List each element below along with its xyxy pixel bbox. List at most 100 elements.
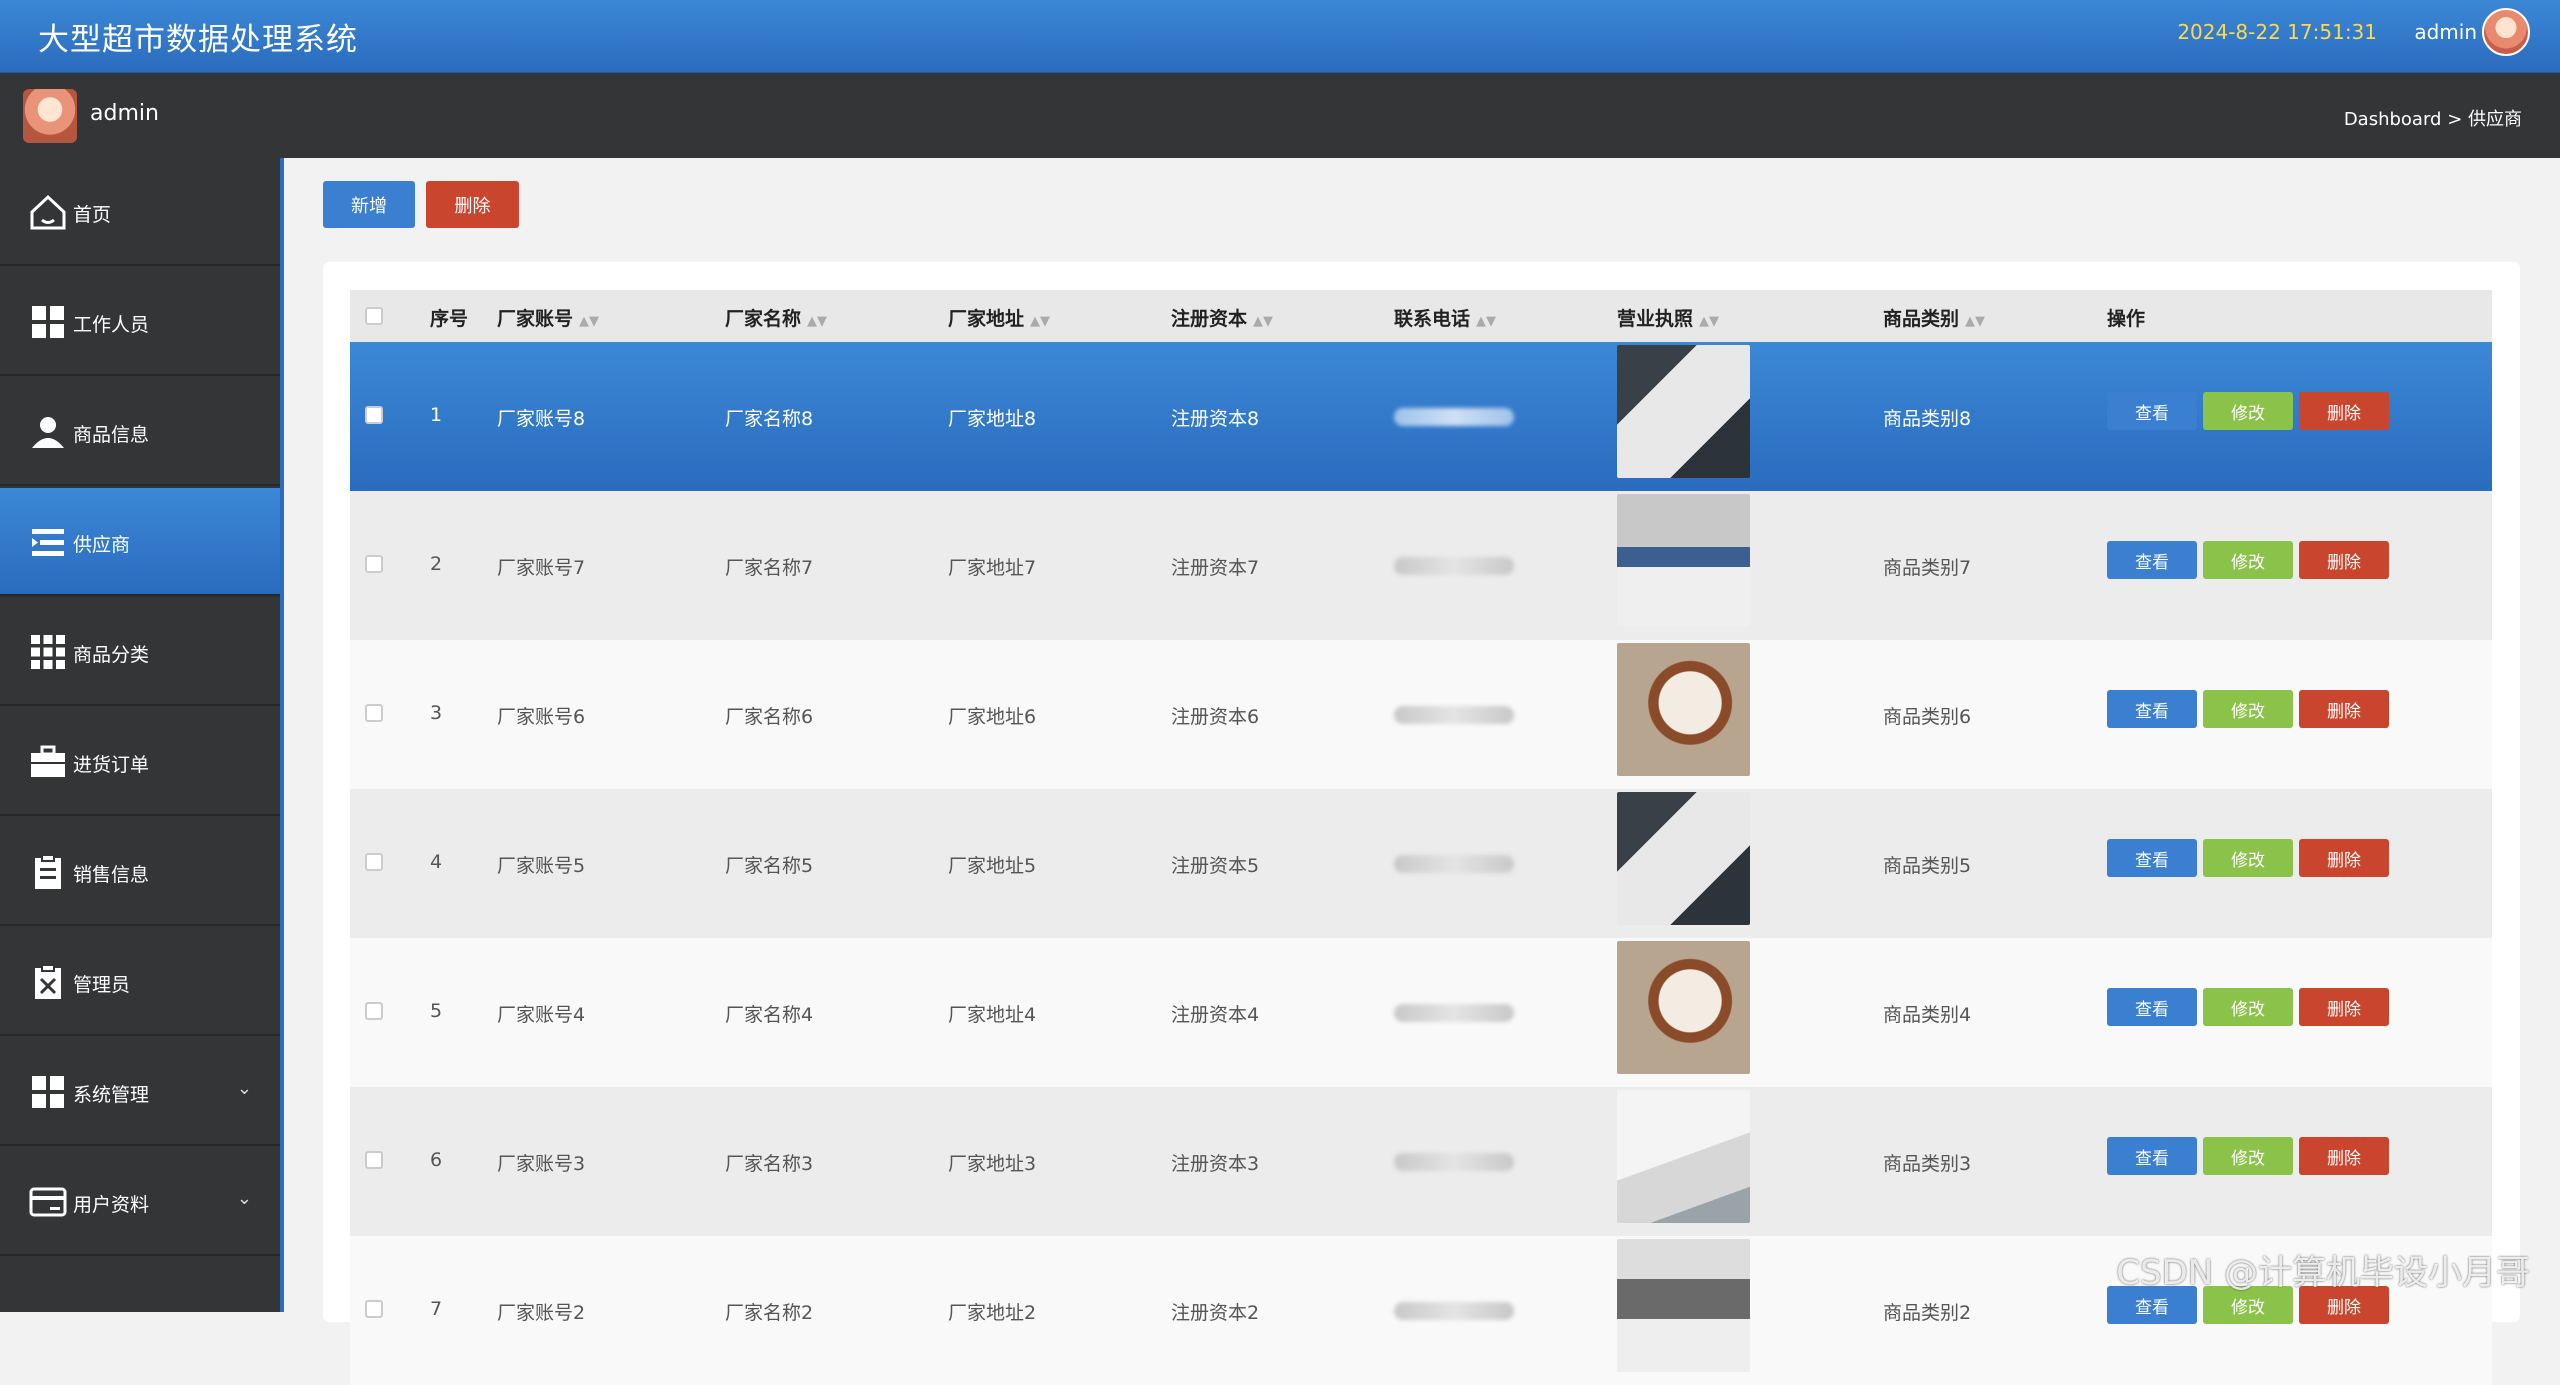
edit-button[interactable]: 修改: [2203, 690, 2293, 728]
breadcrumb[interactable]: Dashboard > 供应商: [2344, 105, 2522, 131]
row-delete-button[interactable]: 删除: [2299, 690, 2389, 728]
sidebar-item-sales[interactable]: 销售信息: [0, 818, 280, 926]
sidebar-item-system[interactable]: 系统管理 ⌄: [0, 1038, 280, 1146]
license-thumbnail[interactable]: [1617, 1239, 1750, 1372]
user-bar: admin Dashboard > 供应商: [0, 73, 2560, 158]
sidebar-item-suppliers[interactable]: 供应商: [0, 488, 280, 596]
chevron-down-icon: ⌄: [236, 1078, 252, 1099]
header-avatar[interactable]: [2482, 8, 2530, 56]
cell-capital: 注册资本6: [1171, 706, 1260, 728]
redacted-phone: [1394, 855, 1514, 873]
row-checkbox[interactable]: [365, 1300, 383, 1318]
license-thumbnail[interactable]: [1617, 1090, 1750, 1223]
column-header[interactable]: 联系电话 ▲▼: [1394, 304, 1496, 331]
view-button[interactable]: 查看: [2107, 1137, 2197, 1175]
table-row[interactable]: 5 厂家账号4 厂家名称4 厂家地址4 注册资本4 商品类别4 查看 修改 删除: [350, 938, 2492, 1087]
table-row[interactable]: 1 厂家账号8 厂家名称8 厂家地址8 注册资本8 商品类别8 查看 修改 删除: [350, 342, 2492, 491]
view-button[interactable]: 查看: [2107, 690, 2197, 728]
sidebar-item-products[interactable]: 商品信息: [0, 378, 280, 486]
top-header: 大型超市数据处理系统 2024-8-22 17:51:31 admin: [0, 0, 2560, 73]
license-thumbnail[interactable]: [1617, 494, 1750, 627]
cell-no: 6: [430, 1149, 443, 1171]
column-header[interactable]: 厂家名称 ▲▼: [725, 304, 827, 331]
column-header[interactable]: 注册资本 ▲▼: [1171, 304, 1273, 331]
cell-no: 4: [430, 851, 443, 873]
row-checkbox[interactable]: [365, 1151, 383, 1169]
datetime: 2024-8-22 17:51:31: [2177, 20, 2377, 44]
delete-button[interactable]: 删除: [426, 181, 519, 228]
license-thumbnail[interactable]: [1617, 643, 1750, 776]
view-button[interactable]: 查看: [2107, 392, 2197, 430]
table-row[interactable]: 4 厂家账号5 厂家名称5 厂家地址5 注册资本5 商品类别5 查看 修改 删除: [350, 789, 2492, 938]
license-thumbnail[interactable]: [1617, 792, 1750, 925]
row-delete-button[interactable]: 删除: [2299, 541, 2389, 579]
edit-button[interactable]: 修改: [2203, 988, 2293, 1026]
license-thumbnail[interactable]: [1617, 941, 1750, 1074]
cell-no: 1: [430, 404, 443, 426]
redacted-phone: [1394, 1302, 1514, 1320]
redacted-phone: [1394, 706, 1514, 724]
cell-capital: 注册资本8: [1171, 408, 1260, 430]
row-delete-button[interactable]: 删除: [2299, 839, 2389, 877]
view-button[interactable]: 查看: [2107, 988, 2197, 1026]
sidebar-item-purchase-orders[interactable]: 进货订单: [0, 708, 280, 816]
row-checkbox[interactable]: [365, 704, 383, 722]
view-button[interactable]: 查看: [2107, 541, 2197, 579]
row-checkbox[interactable]: [365, 406, 383, 424]
sort-icon: ▲▼: [1030, 314, 1051, 329]
list-icon: [32, 529, 64, 556]
cell-address: 厂家地址6: [948, 706, 1037, 728]
sort-icon: ▲▼: [807, 314, 828, 329]
sidebar-item-label: 工作人员: [73, 314, 150, 336]
sidebar-item-user-profile[interactable]: 用户资料 ⌄: [0, 1148, 280, 1256]
select-all-checkbox[interactable]: [365, 307, 383, 325]
cell-category: 商品类别6: [1883, 706, 1972, 728]
table-row[interactable]: 6 厂家账号3 厂家名称3 厂家地址3 注册资本3 商品类别3 查看 修改 删除: [350, 1087, 2492, 1236]
cell-category: 商品类别3: [1883, 1153, 1972, 1175]
edit-button[interactable]: 修改: [2203, 839, 2293, 877]
header-username[interactable]: admin: [2414, 20, 2477, 44]
column-header[interactable]: 厂家地址 ▲▼: [948, 304, 1050, 331]
table-row[interactable]: 2 厂家账号7 厂家名称7 厂家地址7 注册资本7 商品类别7 查看 修改 删除: [350, 491, 2492, 640]
sidebar-item-label: 销售信息: [73, 864, 150, 886]
cell-account: 厂家账号6: [497, 706, 586, 728]
row-checkbox[interactable]: [365, 1002, 383, 1020]
cell-capital: 注册资本3: [1171, 1153, 1260, 1175]
home-icon: [30, 194, 66, 230]
row-delete-button[interactable]: 删除: [2299, 988, 2389, 1026]
add-button[interactable]: 新增: [323, 181, 415, 228]
sidebar-item-label: 首页: [73, 204, 112, 226]
sort-icon: ▲▼: [579, 314, 600, 329]
cell-category: 商品类别7: [1883, 557, 1972, 579]
sidebar-item-home[interactable]: 首页: [0, 158, 280, 266]
row-delete-button[interactable]: 删除: [2299, 392, 2389, 430]
sidebar-item-categories[interactable]: 商品分类: [0, 598, 280, 706]
sidebar-item-label: 供应商: [73, 534, 131, 556]
edit-button[interactable]: 修改: [2203, 392, 2293, 430]
sort-icon: ▲▼: [1699, 314, 1720, 329]
cell-no: 2: [430, 553, 443, 575]
cell-no: 5: [430, 1000, 443, 1022]
column-header[interactable]: 营业执照 ▲▼: [1617, 304, 1719, 331]
clipboard-icon: [35, 854, 61, 889]
column-header[interactable]: 厂家账号 ▲▼: [497, 304, 599, 331]
license-thumbnail[interactable]: [1617, 345, 1750, 478]
clipboard-x-icon: [35, 964, 61, 999]
sort-icon: ▲▼: [1476, 314, 1497, 329]
cell-name: 厂家名称6: [725, 706, 814, 728]
sidebar-item-label: 用户资料: [73, 1194, 150, 1216]
column-header[interactable]: 商品类别 ▲▼: [1883, 304, 1985, 331]
row-checkbox[interactable]: [365, 555, 383, 573]
view-button[interactable]: 查看: [2107, 839, 2197, 877]
edit-button[interactable]: 修改: [2203, 1137, 2293, 1175]
cell-account: 厂家账号8: [497, 408, 586, 430]
cell-name: 厂家名称7: [725, 557, 814, 579]
table-row[interactable]: 3 厂家账号6 厂家名称6 厂家地址6 注册资本6 商品类别6 查看 修改 删除: [350, 640, 2492, 789]
redacted-phone: [1394, 557, 1514, 575]
sidebar-item-staff[interactable]: 工作人员: [0, 268, 280, 376]
app-title: 大型超市数据处理系统: [38, 22, 358, 58]
edit-button[interactable]: 修改: [2203, 541, 2293, 579]
row-delete-button[interactable]: 删除: [2299, 1137, 2389, 1175]
row-checkbox[interactable]: [365, 853, 383, 871]
sidebar-item-admins[interactable]: 管理员: [0, 928, 280, 1036]
